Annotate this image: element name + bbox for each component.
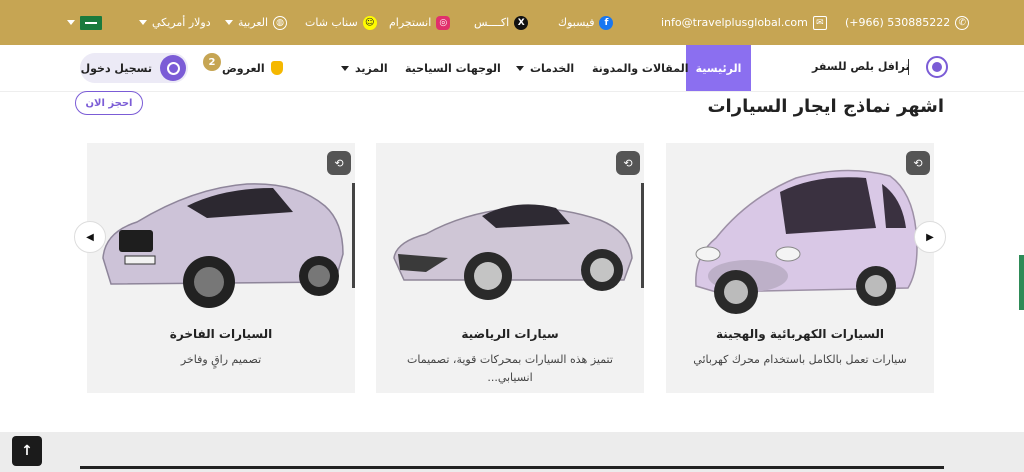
x-link[interactable]: X اكــــس (474, 0, 529, 45)
x-icon: X (514, 15, 529, 30)
snapchat-label: سناب شات (305, 16, 358, 29)
page-scrollbar[interactable] (1019, 255, 1024, 310)
instagram-link[interactable]: ◎ انستجرام (389, 0, 451, 45)
chevron-right-icon: ▶ (926, 231, 934, 243)
top-bar: ✆ (+966) 530885222 ✉ info@travelplusglob… (0, 0, 1024, 45)
car-card-electric[interactable]: ⟲ السيارات الكهربائية والهجينة سيارات تع… (666, 143, 934, 393)
nav-more-label: المزيد (355, 61, 388, 75)
car-card-luxury[interactable]: ⟲ السيارات الفاخرة تصميم راقٍ وفاخر (87, 143, 355, 393)
currency-select[interactable]: دولار أمريكي (139, 0, 211, 45)
language-select[interactable]: ◍ العربية (225, 0, 288, 45)
rotate-360-icon[interactable]: ⟲ (327, 151, 351, 175)
offers-hand-icon (270, 61, 283, 75)
carousel-prev-button[interactable]: ◀ (74, 221, 106, 253)
chevron-down-icon (139, 20, 147, 25)
card-scroll-bar (641, 183, 644, 288)
logo-icon[interactable] (926, 56, 948, 78)
phone-link[interactable]: ✆ (+966) 530885222 (845, 0, 970, 45)
card-title: السيارات الكهربائية والهجينة (715, 327, 885, 341)
mail-icon: ✉ (812, 15, 827, 30)
instagram-label: انستجرام (389, 16, 432, 29)
card-description: تتميز هذه السيارات بمحركات قوية، تصميمات… (407, 353, 613, 384)
snapchat-icon: ☺ (362, 15, 377, 30)
nav-offers[interactable]: العروض (222, 45, 283, 91)
facebook-label: فيسبوك (558, 16, 595, 29)
card-title: سيارات الرياضية (461, 327, 559, 341)
chevron-down-icon (341, 65, 349, 71)
login-button[interactable]: تسجيل دخول (80, 53, 188, 83)
nav-blog[interactable]: المقالات والمدونة (592, 45, 689, 91)
chevron-left-icon: ◀ (86, 231, 94, 243)
country-select[interactable] (67, 0, 102, 45)
card-title: السيارات الفاخرة (169, 327, 273, 341)
brand-name[interactable]: ترافل بلص للسفر (812, 60, 910, 73)
car-card-sports[interactable]: ⟲ سيارات الرياضية تتميز هذه السيارات بمح… (376, 143, 644, 393)
arrow-up-icon: ↑ (21, 443, 33, 459)
nav-home-label: الرئيسية (695, 61, 742, 75)
currency-label: دولار أمريكي (152, 16, 211, 29)
instagram-icon: ◎ (436, 15, 451, 30)
x-label: اكــــس (474, 16, 510, 29)
whatsapp-icon: ✆ (955, 15, 970, 30)
snapchat-link[interactable]: ☺ سناب شات (305, 0, 377, 45)
phone-text: (+966) 530885222 (845, 16, 951, 29)
user-icon (160, 55, 186, 81)
nav-blog-label: المقالات والمدونة (592, 61, 689, 75)
login-label: تسجيل دخول (80, 61, 152, 75)
nav-offers-label: العروض (222, 61, 265, 75)
electric-car-image (695, 169, 918, 314)
email-link[interactable]: ✉ info@travelplusglobal.com (661, 0, 827, 45)
rotate-360-icon[interactable]: ⟲ (906, 151, 930, 175)
offers-count-badge: 2 (203, 53, 221, 71)
nav-destinations[interactable]: الوجهات السياحية (405, 45, 501, 91)
card-description: تصميم راقٍ وفاخر (180, 353, 262, 366)
book-now-button[interactable]: احجز الان (75, 91, 143, 115)
scroll-to-top-button[interactable]: ↑ (12, 436, 42, 466)
saudi-flag-icon (80, 15, 102, 30)
footer-divider (80, 466, 944, 469)
email-text: info@travelplusglobal.com (661, 16, 808, 29)
facebook-icon: f (599, 15, 614, 30)
nav-services-label: الخدمات (530, 61, 575, 75)
card-scroll-bar (352, 183, 355, 288)
language-label: العربية (238, 16, 269, 29)
nav-services[interactable]: الخدمات (516, 45, 574, 91)
nav-more[interactable]: المزيد (341, 45, 388, 91)
chevron-down-icon (67, 20, 75, 25)
nav-destinations-label: الوجهات السياحية (405, 61, 501, 75)
globe-icon: ◍ (273, 15, 288, 30)
luxury-suv-image (102, 183, 344, 308)
carousel-next-button[interactable]: ▶ (914, 221, 946, 253)
card-description: سيارات تعمل بالكامل باستخدام محرك كهربائ… (693, 353, 907, 366)
main-nav: ترافل بلص للسفر الرئيسية المقالات والمدو… (0, 45, 1024, 92)
section-title: اشهر نماذج ايجار السيارات (707, 96, 944, 117)
facebook-link[interactable]: f فيسبوك (558, 0, 614, 45)
sports-car-image (393, 204, 633, 300)
rotate-360-icon[interactable]: ⟲ (616, 151, 640, 175)
nav-home[interactable]: الرئيسية (686, 45, 751, 91)
chevron-down-icon (516, 65, 524, 71)
chevron-down-icon (225, 20, 233, 25)
